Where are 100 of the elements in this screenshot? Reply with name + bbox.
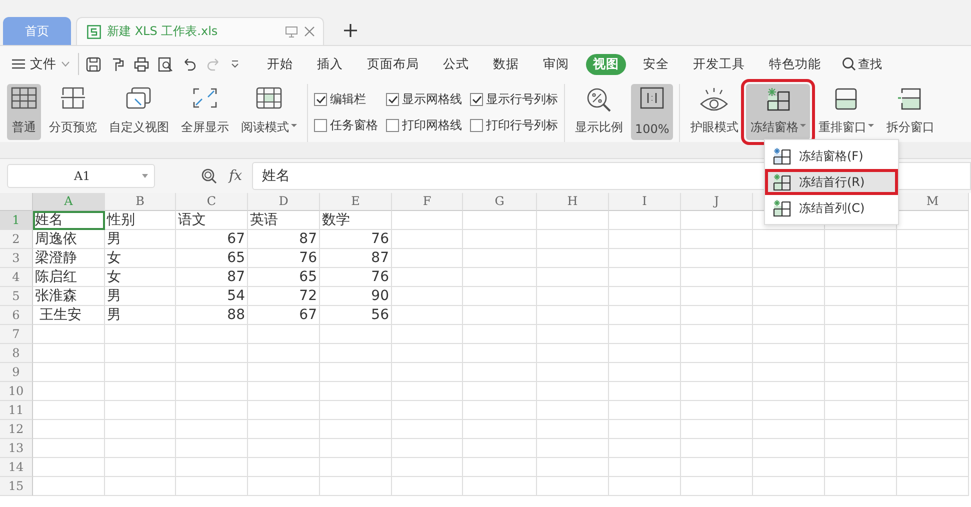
row-header[interactable]: 14 [0,458,33,477]
row-header[interactable]: 2 [0,230,33,249]
checkbox[interactable]: 打印网格线 [386,112,462,138]
window-button[interactable]: 拆分窗口 [882,84,938,140]
table-cell [753,287,825,306]
row-header[interactable]: 15 [0,477,33,496]
ribbon-tab[interactable]: 安全 [636,54,676,74]
table-cell [681,211,753,230]
table-cell [392,287,463,306]
ribbon-tab[interactable]: 开始 [260,54,300,74]
row-header[interactable]: 11 [0,401,33,420]
table-cell [753,363,825,382]
windows-icon [126,87,152,109]
row-header[interactable]: 12 [0,420,33,439]
table-cell [609,439,681,458]
add-tab-icon[interactable] [344,24,357,37]
monitor-icon[interactable] [285,26,298,38]
table-cell [392,363,463,382]
file-menu[interactable]: 文件 [12,55,70,73]
table-cell [537,458,609,477]
column-header[interactable]: D [248,193,320,211]
menu-item[interactable]: 冻结首列(C) [765,195,898,221]
ribbon-tab[interactable]: 页面布局 [360,54,426,74]
zoom-button[interactable]: 100% [631,84,674,140]
search-button[interactable]: 查找 [842,56,882,72]
print-preview-icon[interactable] [158,56,173,72]
save-icon[interactable] [86,56,101,72]
table-cell [248,325,320,344]
undo-icon[interactable] [182,56,197,72]
row-header[interactable]: 4 [0,268,33,287]
table-cell [897,306,969,325]
freeze-icon [773,173,791,191]
row-header[interactable]: 3 [0,249,33,268]
window-button[interactable]: 重排窗口 [814,84,878,140]
view-button[interactable]: 普通 [7,84,41,140]
view-button[interactable]: 自定义视图 [105,84,173,140]
column-header[interactable]: I [609,193,681,211]
table-cell: 陈启红 [33,268,105,287]
row-header[interactable]: 13 [0,439,33,458]
column-header[interactable]: B [105,193,176,211]
row-header[interactable]: 10 [0,382,33,401]
checkbox[interactable]: 编辑栏 [314,86,378,112]
checkbox[interactable]: 打印行号列标 [470,112,558,138]
window-button[interactable]: 冻结窗格 [746,84,810,140]
column-header[interactable]: F [392,193,463,211]
table-cell [537,382,609,401]
table-cell [825,401,897,420]
table-cell [681,401,753,420]
table-cell [537,420,609,439]
ribbon-tab[interactable]: 数据 [486,54,526,74]
more-icon[interactable] [230,59,240,69]
table-cell: 87 [248,230,320,249]
table-cell [392,325,463,344]
ribbon-tab[interactable]: 公式 [436,54,476,74]
table-cell: 76 [248,249,320,268]
ribbon-tab[interactable]: 开发工具 [686,54,752,74]
zoom-button[interactable]: 显示比例 [571,84,627,140]
table-cell [681,439,753,458]
document-tab[interactable]: 新建 XLS 工作表.xls [76,17,324,45]
name-box[interactable]: A1 [7,164,155,188]
checkbox[interactable]: 显示网格线 [386,86,462,112]
view-button[interactable]: 阅读模式 [237,84,301,140]
table-cell [609,420,681,439]
row-header[interactable]: 6 [0,306,33,325]
checkbox[interactable]: 任务窗格 [314,112,378,138]
print-icon[interactable] [134,56,149,72]
row-header[interactable]: 9 [0,363,33,382]
table-cell [537,306,609,325]
view-button[interactable]: 全屏显示 [177,84,233,140]
table-cell [105,458,176,477]
row-header[interactable]: 8 [0,344,33,363]
column-header[interactable]: M [897,193,969,211]
table-cell [609,306,681,325]
checkbox[interactable]: 显示行号列标 [470,86,558,112]
row-header[interactable]: 5 [0,287,33,306]
column-header[interactable]: G [463,193,537,211]
tab-title: 新建 XLS 工作表.xls [107,23,219,40]
table-cell [392,249,463,268]
column-header[interactable]: C [176,193,248,211]
window-button[interactable]: 护眼模式 [686,84,742,140]
table-cell [320,439,392,458]
table-cell [825,287,897,306]
column-header[interactable]: E [320,193,392,211]
menu-item[interactable]: 冻结首行(R) [765,169,898,195]
ribbon-tab[interactable]: 特色功能 [762,54,828,74]
ribbon-tab[interactable]: 审阅 [536,54,576,74]
ribbon-tab[interactable]: 视图 [586,54,626,74]
table-cell [248,344,320,363]
close-icon[interactable] [304,26,315,37]
column-header[interactable]: J [681,193,753,211]
function-button[interactable]: fx [229,168,242,184]
table-cell [753,420,825,439]
zoom-icon[interactable] [201,168,217,184]
table-cell [248,477,320,496]
row-header[interactable]: 7 [0,325,33,344]
view-button[interactable]: 分页预览 [45,84,101,140]
table-cell [609,287,681,306]
table-cell: 性别 [105,211,176,230]
column-header[interactable]: H [537,193,609,211]
ribbon-tab[interactable]: 插入 [310,54,350,74]
